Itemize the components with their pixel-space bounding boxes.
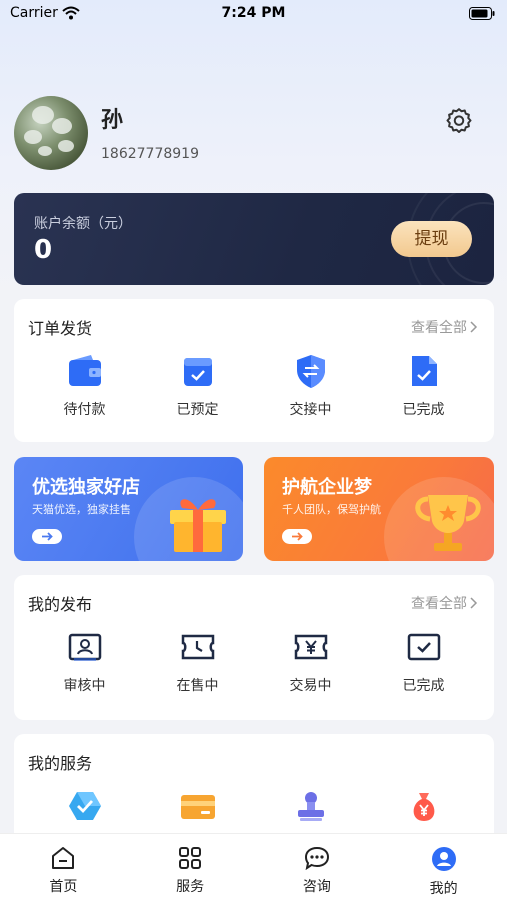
- check-box-icon: [407, 633, 440, 661]
- user-phone: 18627778919: [101, 146, 199, 162]
- verified-badge-icon: [68, 792, 101, 820]
- balance-label: 账户余额（元）: [34, 216, 132, 232]
- orders-card: 订单发货 查看全部 待付款 已预定 交接中 已完成: [14, 299, 494, 442]
- arrow-right-icon: [292, 532, 303, 541]
- publish-under-review-label: 审核中: [63, 678, 106, 694]
- tab-services[interactable]: 服务: [127, 834, 254, 900]
- chevron-right-icon: [470, 321, 478, 333]
- services-card: 我的服务: [14, 734, 494, 844]
- publish-trading-label: 交易中: [289, 678, 332, 694]
- user-icon: [431, 847, 456, 871]
- clock-ticket-icon: [181, 634, 214, 660]
- shield-exchange-icon: [296, 355, 325, 388]
- promo-enterprise[interactable]: 护航企业梦 千人团队，保驾护航: [264, 457, 494, 561]
- balance-card: 账户余额（元） 0 提现: [14, 193, 494, 285]
- chevron-right-icon: [470, 597, 478, 609]
- withdraw-button[interactable]: 提现: [391, 221, 472, 257]
- seal-stamp-icon: [297, 792, 324, 821]
- yen-ticket-icon: [294, 634, 327, 660]
- service-money-bag[interactable]: [367, 786, 480, 826]
- order-completed[interactable]: 已完成: [367, 351, 480, 419]
- bottom-tab-bar: 首页 服务 咨询 我的: [0, 833, 507, 900]
- promo-exclusive-arrow-button[interactable]: [32, 529, 62, 544]
- service-seal[interactable]: [254, 786, 367, 826]
- trophy-icon: [415, 495, 481, 551]
- chat-icon: [304, 846, 329, 870]
- service-bank-card[interactable]: [141, 786, 254, 826]
- promo-exclusive-title: 优选独家好店: [32, 477, 140, 498]
- order-pending-payment-label: 待付款: [63, 402, 106, 418]
- wallet-icon: [68, 355, 101, 386]
- profile-header: 孙 18627778919: [14, 96, 494, 172]
- status-bar: Carrier 7:24 PM: [0, 0, 507, 28]
- money-bag-icon: [413, 793, 434, 821]
- orders-title: 订单发货: [28, 319, 93, 338]
- grid-icon: [179, 847, 202, 869]
- publish-on-sale-label: 在售中: [176, 678, 219, 694]
- gift-box-icon: [170, 499, 226, 552]
- tab-consult[interactable]: 咨询: [254, 834, 381, 900]
- gear-icon[interactable]: [444, 106, 474, 136]
- services-title: 我的服务: [28, 754, 93, 773]
- document-check-icon: [411, 356, 437, 386]
- orders-view-all[interactable]: 查看全部: [411, 317, 478, 337]
- publish-view-all-label: 查看全部: [411, 596, 467, 612]
- order-handover[interactable]: 交接中: [254, 351, 367, 419]
- bank-card-icon: [180, 795, 215, 819]
- tab-services-label: 服务: [176, 879, 205, 895]
- promo-exclusive-subtitle: 天猫优选，独家挂售: [32, 503, 131, 516]
- id-card-icon: [68, 633, 101, 661]
- order-reserved[interactable]: 已预定: [141, 351, 254, 419]
- promo-enterprise-title: 护航企业梦: [282, 477, 372, 498]
- tab-mine[interactable]: 我的: [380, 834, 507, 900]
- order-reserved-label: 已预定: [176, 402, 219, 418]
- battery-icon: [469, 7, 495, 20]
- tab-consult-label: 咨询: [302, 879, 331, 895]
- service-verification[interactable]: [28, 786, 141, 826]
- balance-amount: 0: [34, 235, 53, 265]
- publish-under-review[interactable]: 审核中: [28, 627, 141, 695]
- order-handover-label: 交接中: [289, 402, 332, 418]
- publish-view-all[interactable]: 查看全部: [411, 593, 478, 613]
- promo-enterprise-subtitle: 千人团队，保驾护航: [282, 503, 381, 516]
- orders-view-all-label: 查看全部: [411, 320, 467, 336]
- arrow-right-icon: [42, 532, 53, 541]
- publish-title: 我的发布: [28, 595, 93, 614]
- promo-enterprise-arrow-button[interactable]: [282, 529, 312, 544]
- publish-card: 我的发布 查看全部 审核中 在售中 交易中 已完成: [14, 575, 494, 720]
- order-completed-label: 已完成: [402, 402, 445, 418]
- calendar-check-icon: [183, 358, 212, 386]
- publish-completed-label: 已完成: [402, 678, 445, 694]
- tab-home-label: 首页: [49, 879, 78, 895]
- promo-exclusive-stores[interactable]: 优选独家好店 天猫优选，独家挂售: [14, 457, 243, 561]
- publish-completed[interactable]: 已完成: [367, 627, 480, 695]
- status-time: 7:24 PM: [221, 5, 286, 21]
- user-name: 孙: [101, 108, 124, 133]
- publish-trading[interactable]: 交易中: [254, 627, 367, 695]
- avatar[interactable]: [14, 96, 88, 170]
- home-icon: [52, 847, 75, 869]
- order-pending-payment[interactable]: 待付款: [28, 351, 141, 419]
- publish-on-sale[interactable]: 在售中: [141, 627, 254, 695]
- tab-mine-label: 我的: [429, 881, 458, 897]
- tab-home[interactable]: 首页: [0, 834, 127, 900]
